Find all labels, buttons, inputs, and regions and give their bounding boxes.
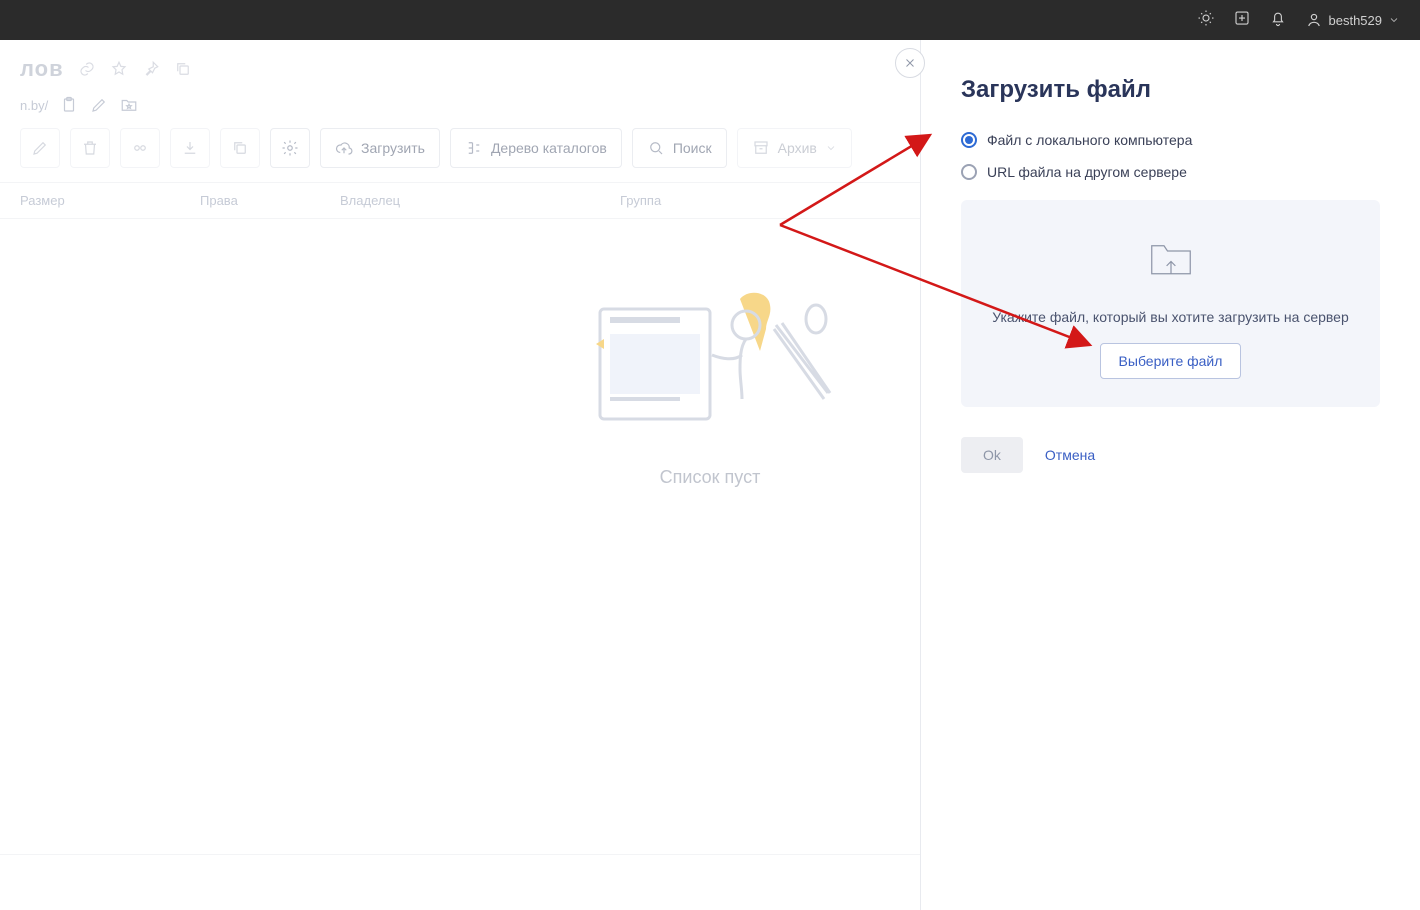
- bell-icon[interactable]: [1269, 9, 1287, 32]
- folder-upload-icon: [981, 230, 1360, 291]
- chevron-down-icon: [1388, 14, 1400, 26]
- empty-illustration: [560, 289, 860, 439]
- external-icon[interactable]: [1233, 9, 1251, 32]
- pin-icon[interactable]: [142, 60, 160, 78]
- clipboard-icon[interactable]: [60, 96, 78, 114]
- pencil-icon[interactable]: [90, 96, 108, 114]
- upload-label: Загрузить: [361, 140, 425, 156]
- delete-button[interactable]: [70, 128, 110, 168]
- chevron-down-icon: [825, 142, 837, 154]
- dropzone-hint: Укажите файл, который вы хотите загрузит…: [981, 309, 1360, 325]
- copy-icon[interactable]: [174, 60, 192, 78]
- archive-button[interactable]: Архив: [737, 128, 852, 168]
- download-button[interactable]: [170, 128, 210, 168]
- radio-local[interactable]: Файл с локального компьютера: [961, 132, 1380, 148]
- dropzone: Укажите файл, который вы хотите загрузит…: [961, 200, 1380, 407]
- empty-message: Список пуст: [660, 467, 761, 488]
- col-perms: Права: [200, 193, 340, 208]
- radio-icon: [961, 132, 977, 148]
- page-title: лов: [20, 56, 64, 82]
- user-icon: [1305, 11, 1323, 29]
- view-button[interactable]: [120, 128, 160, 168]
- choose-file-button[interactable]: Выберите файл: [1100, 343, 1242, 379]
- upload-panel: Загрузить файл Файл с локального компьют…: [920, 40, 1420, 910]
- col-owner: Владелец: [340, 193, 620, 208]
- user-menu[interactable]: besth529: [1305, 11, 1401, 29]
- close-panel-button[interactable]: [895, 48, 925, 78]
- col-group: Группа: [620, 193, 780, 208]
- radio-url[interactable]: URL файла на другом сервере: [961, 164, 1380, 180]
- theme-icon[interactable]: [1197, 9, 1215, 32]
- copy-button[interactable]: [220, 128, 260, 168]
- ok-button[interactable]: Ok: [961, 437, 1023, 473]
- col-size: Размер: [20, 193, 200, 208]
- close-icon: [904, 57, 916, 69]
- topbar: besth529: [0, 0, 1420, 40]
- archive-label: Архив: [778, 140, 817, 156]
- tree-label: Дерево каталогов: [491, 140, 607, 156]
- link-icon[interactable]: [78, 60, 96, 78]
- path-text: n.by/: [20, 98, 48, 113]
- panel-title: Загрузить файл: [961, 76, 1380, 104]
- radio-url-label: URL файла на другом сервере: [987, 164, 1187, 180]
- search-button[interactable]: Поиск: [632, 128, 727, 168]
- edit-button[interactable]: [20, 128, 60, 168]
- star-icon[interactable]: [110, 60, 128, 78]
- cancel-button[interactable]: Отмена: [1045, 447, 1095, 463]
- tree-button[interactable]: Дерево каталогов: [450, 128, 622, 168]
- radio-local-label: Файл с локального компьютера: [987, 132, 1192, 148]
- favorite-folder-icon[interactable]: [120, 96, 138, 114]
- radio-icon: [961, 164, 977, 180]
- username: besth529: [1329, 13, 1383, 28]
- panel-actions: Ok Отмена: [961, 437, 1380, 473]
- settings-button[interactable]: [270, 128, 310, 168]
- upload-button[interactable]: Загрузить: [320, 128, 440, 168]
- search-label: Поиск: [673, 140, 712, 156]
